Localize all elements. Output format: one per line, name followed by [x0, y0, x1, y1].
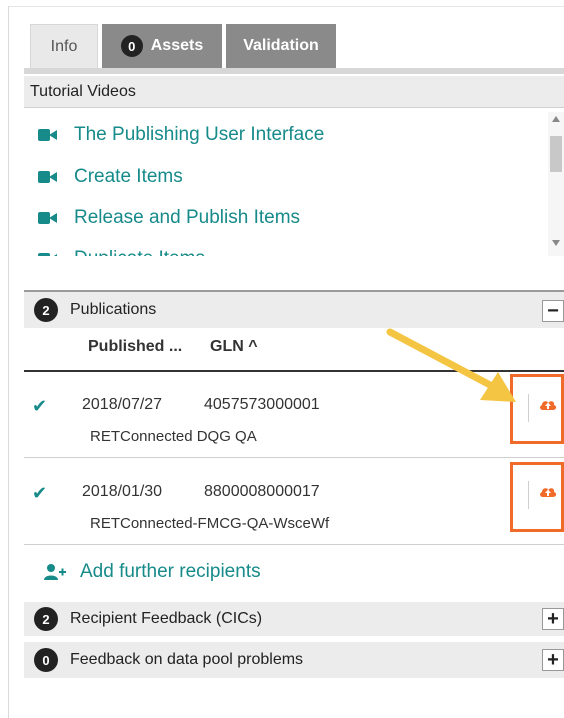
tutorial-video-label: Release and Publish Items [74, 207, 301, 228]
tutorial-video-label: Duplicate Items [74, 248, 205, 256]
recipient-feedback-header[interactable]: 2 Recipient Feedback (CICs) + [24, 602, 564, 636]
check-icon: ✔ [32, 483, 48, 503]
tutorial-video-link[interactable]: Release and Publish Items [38, 203, 300, 233]
tutorial-video-list: The Publishing User Interface Create Ite… [24, 108, 548, 256]
published-date: 2018/01/30 [82, 483, 163, 500]
add-user-icon [44, 563, 66, 581]
tab-assets[interactable]: 0 Assets [102, 24, 222, 68]
add-further-recipients-link[interactable]: Add further recipients [44, 558, 261, 586]
column-header-gln[interactable]: GLN ^ [210, 338, 258, 356]
collapse-minus-icon[interactable]: − [542, 300, 564, 322]
video-camera-icon [38, 252, 58, 256]
tutorial-video-link[interactable]: The Publishing User Interface [38, 120, 324, 150]
highlight-box [510, 462, 564, 532]
tab-info-label: Info [50, 37, 78, 55]
add-further-recipients-label: Add further recipients [80, 561, 261, 582]
tab-underline [24, 68, 564, 74]
datapool-feedback-count-badge: 0 [34, 648, 58, 672]
panel-left-border [8, 6, 9, 718]
tutorial-video-label: The Publishing User Interface [74, 124, 325, 145]
video-camera-icon [38, 128, 58, 142]
scroll-thumb[interactable] [550, 136, 562, 172]
scroll-down-icon[interactable] [552, 240, 560, 246]
tab-assets-label: Assets [150, 37, 204, 54]
tutorial-scrollbar[interactable] [548, 112, 564, 256]
window-top-border [8, 0, 564, 7]
publications-title: Publications [70, 301, 157, 318]
column-header-published[interactable]: Published ... [88, 338, 182, 356]
check-icon: ✔ [32, 396, 48, 416]
expand-plus-icon[interactable]: + [542, 649, 564, 671]
recipient-feedback-count-badge: 2 [34, 607, 58, 631]
tutorial-videos-title: Tutorial Videos [30, 82, 136, 100]
tutorial-video-link[interactable]: Duplicate Items [38, 244, 205, 256]
published-date: 2018/07/27 [82, 396, 163, 413]
annotation-arrow [386, 328, 516, 402]
recipient-name: RETConnected DQG QA [90, 428, 257, 445]
scroll-up-icon[interactable] [552, 116, 560, 122]
tab-bar: Info 0 Assets Validation [30, 24, 336, 68]
gln-value: 4057573000001 [204, 396, 320, 413]
gln-value: 8800008000017 [204, 483, 320, 500]
datapool-feedback-header[interactable]: 0 Feedback on data pool problems + [24, 642, 564, 678]
video-camera-icon [38, 211, 58, 225]
table-row: ✔ 2018/01/30 8800008000017 RETConnected-… [24, 459, 564, 545]
video-camera-icon [38, 170, 58, 184]
tutorial-video-link[interactable]: Create Items [38, 162, 183, 192]
expand-plus-icon[interactable]: + [542, 608, 564, 630]
tab-validation[interactable]: Validation [226, 24, 336, 68]
tutorial-videos-header: Tutorial Videos [24, 76, 564, 108]
recipient-name: RETConnected-FMCG-QA-WsceWf [90, 515, 330, 532]
tab-validation-label: Validation [243, 37, 319, 54]
tutorial-video-label: Create Items [74, 166, 183, 187]
assets-count-badge: 0 [120, 35, 143, 57]
tab-info[interactable]: Info [30, 24, 98, 68]
recipient-feedback-title: Recipient Feedback (CICs) [70, 610, 263, 627]
datapool-feedback-title: Feedback on data pool problems [70, 651, 304, 668]
publications-count-badge: 2 [34, 298, 58, 322]
